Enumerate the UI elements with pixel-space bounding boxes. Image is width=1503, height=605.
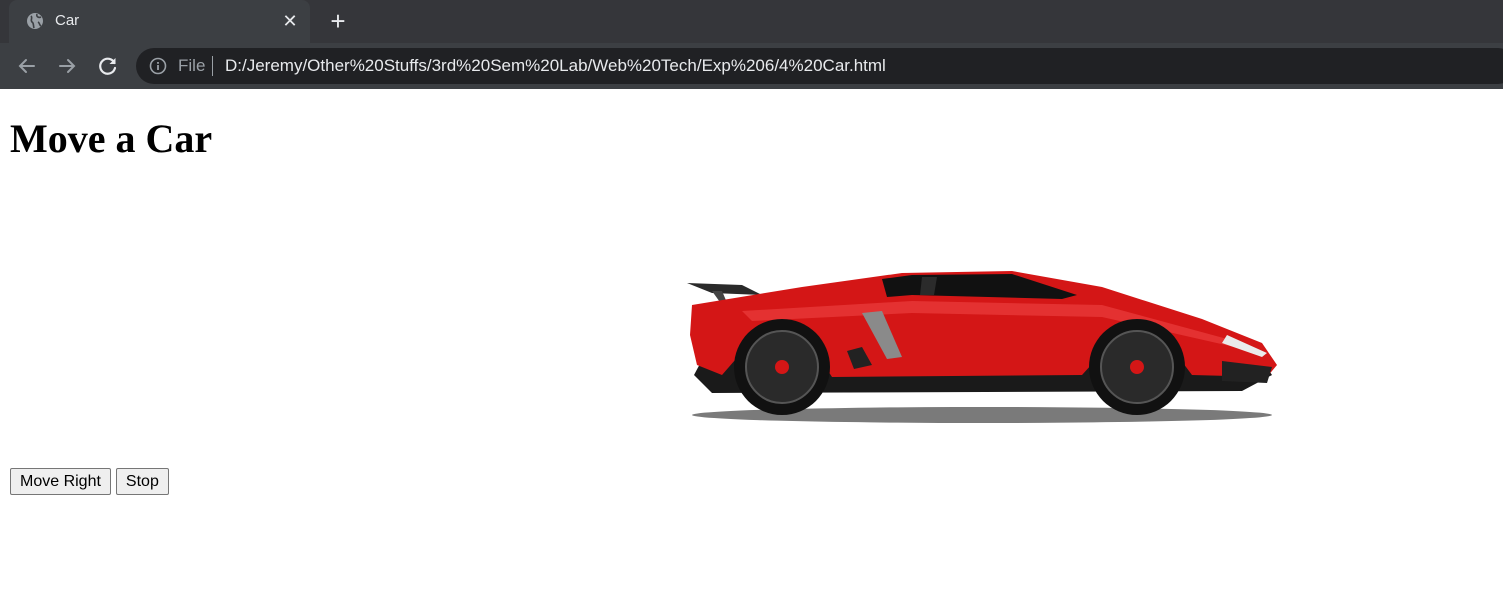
globe-icon: [27, 13, 43, 29]
page-title: Move a Car: [10, 116, 213, 161]
red-sports-car-image: [687, 271, 1277, 423]
button-group: Move Right Stop: [10, 468, 174, 495]
browser-tabstrip: Car ✕ +: [0, 0, 1503, 43]
url-text[interactable]: D:/Jeremy/Other%20Stuffs/3rd%20Sem%20Lab…: [225, 56, 886, 76]
forward-arrow-icon[interactable]: [55, 54, 79, 78]
info-icon[interactable]: [149, 57, 167, 75]
move-right-button[interactable]: Move Right: [10, 468, 111, 495]
scheme-label: File: [178, 56, 206, 75]
browser-tab[interactable]: Car ✕: [9, 0, 310, 43]
close-icon[interactable]: ✕: [281, 12, 299, 30]
stop-button[interactable]: Stop: [115, 468, 169, 495]
browser-toolbar: File D:/Jeremy/Other%20Stuffs/3rd%20Sem%…: [0, 43, 1503, 89]
address-bar[interactable]: File D:/Jeremy/Other%20Stuffs/3rd%20Sem%…: [136, 48, 1503, 84]
back-arrow-icon[interactable]: [15, 54, 39, 78]
reload-icon[interactable]: [96, 54, 120, 78]
page-content: Move a Car Move Right Stop: [0, 89, 1503, 605]
scheme-divider: [212, 56, 213, 76]
plus-icon[interactable]: +: [325, 8, 351, 35]
tab-title: Car: [55, 12, 80, 29]
